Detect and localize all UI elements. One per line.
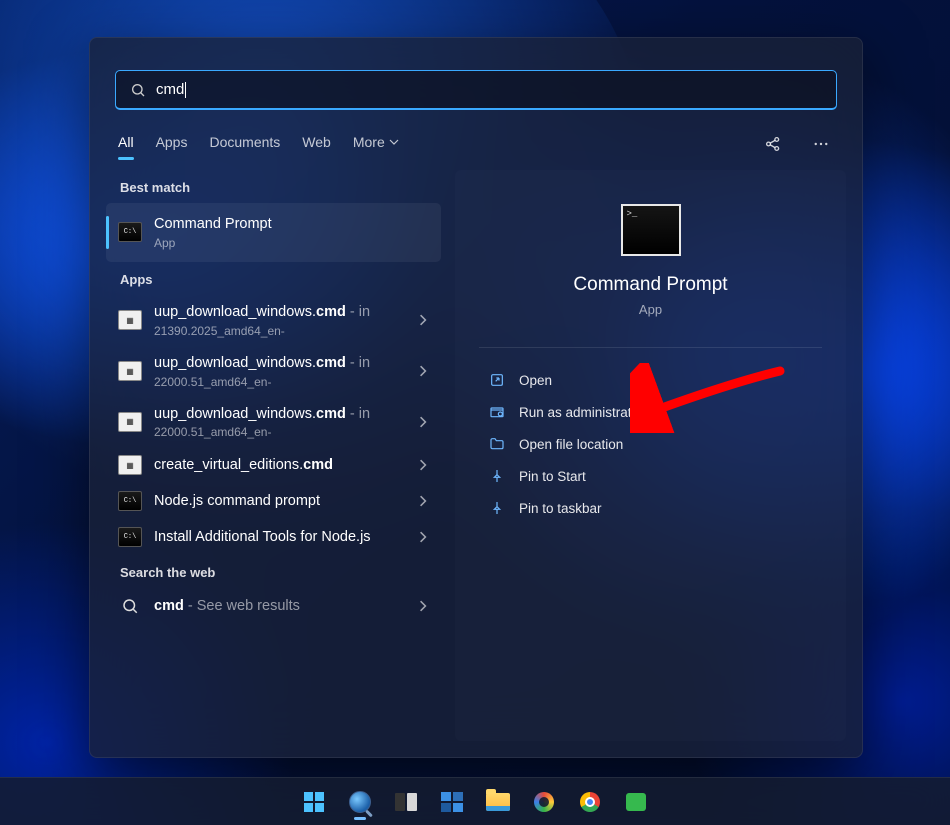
- search-query-text: cmd: [156, 81, 184, 98]
- action-open-file-location[interactable]: Open file location: [479, 428, 822, 460]
- app-result[interactable]: C:\ Install Additional Tools for Node.js: [106, 519, 441, 555]
- chat-button[interactable]: [616, 782, 656, 822]
- action-pin-to-taskbar[interactable]: Pin to taskbar: [479, 492, 822, 524]
- file-icon: ▦: [118, 310, 142, 330]
- details-panel: Command Prompt App Open Run as administr…: [455, 170, 846, 741]
- result-title: uup_download_windows.cmd - in: [154, 405, 405, 424]
- widgets-icon: [441, 792, 463, 812]
- best-match-subtitle: App: [154, 236, 429, 250]
- chat-icon: [626, 793, 646, 811]
- result-title: uup_download_windows.cmd - in: [154, 354, 405, 373]
- folder-icon: [489, 436, 505, 452]
- result-subtitle: 21390.2025_amd64_en-: [154, 324, 405, 338]
- chevron-right-icon: [417, 495, 429, 507]
- open-icon: [489, 372, 505, 388]
- result-title: Node.js command prompt: [154, 492, 405, 511]
- taskbar-search-button[interactable]: [340, 782, 380, 822]
- taskbar: [0, 777, 950, 825]
- file-icon: ▦: [118, 455, 142, 475]
- chrome-button[interactable]: [570, 782, 610, 822]
- details-title: Command Prompt: [479, 274, 822, 296]
- tab-all[interactable]: All: [118, 128, 134, 162]
- pin-icon: [489, 500, 505, 516]
- task-view-icon: [395, 793, 417, 811]
- start-search-window: cmd All Apps Documents Web More Best mat…: [89, 37, 863, 758]
- more-options-button[interactable]: [808, 129, 834, 162]
- results-column: Best match C:\ Command Prompt App Apps ▦…: [106, 170, 441, 741]
- filter-tabs: All Apps Documents Web More: [90, 128, 862, 162]
- command-prompt-icon: C:\: [118, 222, 142, 242]
- ellipsis-icon: [812, 135, 830, 153]
- app-result[interactable]: ▦ create_virtual_editions.cmd: [106, 447, 441, 483]
- search-input-container[interactable]: cmd: [115, 70, 837, 110]
- tab-more[interactable]: More: [353, 128, 399, 162]
- file-icon: C:\: [118, 491, 142, 511]
- pin-icon: [489, 468, 505, 484]
- result-subtitle: 22000.51_amd64_en-: [154, 425, 405, 439]
- admin-shield-icon: [489, 404, 505, 420]
- app-result[interactable]: C:\ Node.js command prompt: [106, 483, 441, 519]
- loading-icon: [534, 792, 554, 812]
- details-subtitle: App: [479, 302, 822, 317]
- action-pin-to-start[interactable]: Pin to Start: [479, 460, 822, 492]
- widgets-button[interactable]: [432, 782, 472, 822]
- chevron-right-icon: [417, 459, 429, 471]
- app-result[interactable]: ▦ uup_download_windows.cmd - in 22000.51…: [106, 397, 441, 448]
- app-result[interactable]: ▦ uup_download_windows.cmd - in 21390.20…: [106, 295, 441, 346]
- start-button[interactable]: [294, 782, 334, 822]
- best-match-title: Command Prompt: [154, 215, 429, 234]
- chevron-right-icon: [417, 365, 429, 377]
- best-match-result[interactable]: C:\ Command Prompt App: [106, 203, 441, 262]
- action-open[interactable]: Open: [479, 364, 822, 396]
- chevron-right-icon: [417, 531, 429, 543]
- web-search-result[interactable]: cmd - See web results: [106, 588, 441, 624]
- tab-apps[interactable]: Apps: [156, 128, 188, 162]
- file-icon: C:\: [118, 527, 142, 547]
- result-title: create_virtual_editions.cmd: [154, 456, 405, 475]
- web-result-text: cmd - See web results: [154, 597, 405, 616]
- chevron-right-icon: [417, 600, 429, 612]
- share-icon: [764, 135, 782, 153]
- search-icon: [130, 82, 146, 98]
- command-prompt-large-icon: [621, 204, 681, 256]
- folder-icon: [486, 793, 510, 811]
- section-search-web: Search the web: [106, 555, 441, 588]
- task-view-button[interactable]: [386, 782, 426, 822]
- share-icon-button[interactable]: [760, 129, 786, 162]
- file-icon: ▦: [118, 412, 142, 432]
- taskbar-app-spinner[interactable]: [524, 782, 564, 822]
- search-icon: [349, 791, 371, 813]
- tab-documents[interactable]: Documents: [209, 128, 280, 162]
- divider: [479, 347, 822, 348]
- file-icon: ▦: [118, 361, 142, 381]
- chevron-right-icon: [417, 314, 429, 326]
- tab-web[interactable]: Web: [302, 128, 331, 162]
- result-title: Install Additional Tools for Node.js: [154, 528, 405, 547]
- chevron-down-icon: [389, 137, 399, 147]
- chrome-icon: [580, 792, 600, 812]
- result-subtitle: 22000.51_amd64_en-: [154, 375, 405, 389]
- search-icon: [118, 596, 142, 616]
- chevron-right-icon: [417, 416, 429, 428]
- action-run-as-admin[interactable]: Run as administrator: [479, 396, 822, 428]
- section-apps: Apps: [106, 262, 441, 295]
- app-result[interactable]: ▦ uup_download_windows.cmd - in 22000.51…: [106, 346, 441, 397]
- result-title: uup_download_windows.cmd - in: [154, 303, 405, 322]
- file-explorer-button[interactable]: [478, 782, 518, 822]
- section-best-match: Best match: [106, 170, 441, 203]
